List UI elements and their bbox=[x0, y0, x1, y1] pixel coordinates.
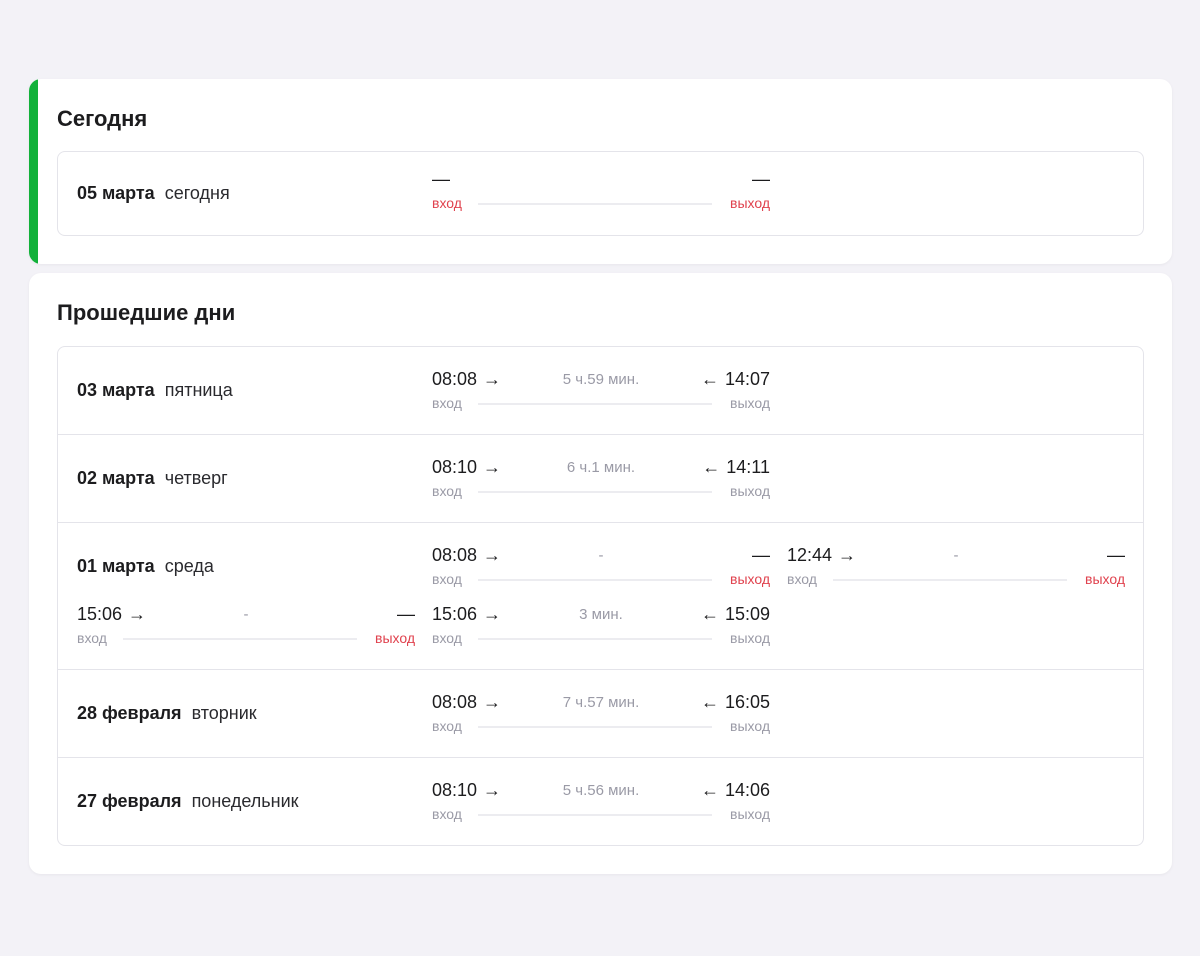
day-label: 01 марта среда bbox=[77, 556, 214, 577]
day-label: 28 февраля вторник bbox=[77, 703, 257, 724]
day-row[interactable]: 03 марта пятница 08:08 → 5 ч.59 мин. ← 14:0… bbox=[58, 347, 1143, 435]
session-exit-time: 16:05 bbox=[724, 692, 770, 712]
today-title: Сегодня bbox=[57, 106, 148, 131]
day-date: 03 марта bbox=[77, 380, 155, 400]
day-date: 28 февраля bbox=[77, 703, 182, 723]
session-exit: ← 16:05 bbox=[695, 692, 770, 713]
session-entry-label: вход bbox=[432, 718, 462, 734]
session-entry-label: вход bbox=[432, 571, 462, 587]
session-exit-time: — bbox=[1107, 545, 1125, 565]
session-entry-label: вход bbox=[432, 630, 462, 646]
day-weekday: пятница bbox=[164, 380, 233, 400]
session-timeline bbox=[478, 814, 712, 816]
today-card: Сегодня 05 марта сегодня — — вход выход bbox=[29, 79, 1172, 264]
session: 08:10 → 5 ч.56 мин. ← 14:06 вход выход bbox=[432, 780, 770, 828]
session-exit-label: выход bbox=[730, 195, 770, 211]
session-exit-label: выход bbox=[730, 630, 770, 646]
day-row[interactable]: 01 марта среда 08:08 → - — вход выход 12:4… bbox=[58, 523, 1143, 670]
session-timeline bbox=[833, 579, 1067, 581]
session: 15:06 → 3 мин. ← 15:09 вход выход bbox=[432, 604, 770, 652]
session-duration: - bbox=[953, 547, 959, 564]
session: 08:08 → - — вход выход bbox=[432, 545, 770, 593]
session-exit-time: 14:06 bbox=[724, 780, 770, 800]
day-weekday: сегодня bbox=[164, 183, 230, 203]
session-exit-time: 14:11 bbox=[726, 457, 770, 477]
past-days-title: Прошедшие дни bbox=[57, 300, 236, 325]
session-exit-time: — bbox=[397, 604, 415, 624]
day-weekday: четверг bbox=[164, 468, 228, 488]
session: 12:44 → - — вход выход bbox=[787, 545, 1125, 593]
session: — — вход выход bbox=[432, 169, 770, 217]
session: 08:08 → 5 ч.59 мин. ← 14:07 вход выход bbox=[432, 369, 770, 417]
today-list: 05 марта сегодня — — вход выход bbox=[57, 151, 1144, 236]
session-entry-label: вход bbox=[432, 395, 462, 411]
session-exit: ← 14:06 bbox=[695, 780, 770, 801]
day-row[interactable]: 28 февраля вторник 08:08 → 7 ч.57 мин. ← 16… bbox=[58, 670, 1143, 758]
session-entry-label: вход bbox=[432, 195, 462, 211]
session-timeline bbox=[478, 491, 712, 493]
session-entry-time: — bbox=[432, 169, 450, 189]
session-exit-time: — bbox=[752, 169, 770, 189]
day-date: 27 февраля bbox=[77, 791, 182, 811]
session-entry-label: вход bbox=[77, 630, 107, 646]
session: 15:06 → - — вход выход bbox=[77, 604, 415, 652]
session-exit: ← 14:11 bbox=[696, 457, 770, 478]
session-exit-label: выход bbox=[375, 630, 415, 646]
day-weekday: понедельник bbox=[191, 791, 299, 811]
session-exit-label: выход bbox=[730, 806, 770, 822]
session-exit-label: выход bbox=[730, 718, 770, 734]
day-weekday: вторник bbox=[191, 703, 257, 723]
session-entry-label: вход bbox=[432, 806, 462, 822]
session-timeline bbox=[478, 638, 712, 640]
session-exit: ← 15:09 bbox=[695, 604, 770, 625]
session-timeline bbox=[478, 579, 712, 581]
day-label: 02 марта четверг bbox=[77, 468, 228, 489]
arrow-left-icon: ← bbox=[700, 692, 719, 712]
session-timeline bbox=[478, 726, 712, 728]
day-label: 05 марта сегодня bbox=[77, 183, 230, 204]
day-label: 27 февраля понедельник bbox=[77, 791, 299, 812]
session-timeline bbox=[478, 403, 712, 405]
session-entry-label: вход bbox=[432, 483, 462, 499]
arrow-left-icon: ← bbox=[700, 369, 719, 389]
session-exit-time: 14:07 bbox=[724, 369, 770, 389]
day-date: 02 марта bbox=[77, 468, 155, 488]
session-exit-time: — bbox=[752, 545, 770, 565]
session-timeline bbox=[478, 203, 712, 205]
session-exit-label: выход bbox=[1085, 571, 1125, 587]
today-accent-bar bbox=[29, 79, 38, 264]
day-date: 01 марта bbox=[77, 556, 155, 576]
session-entry-label: вход bbox=[787, 571, 817, 587]
session-exit-label: выход bbox=[730, 483, 770, 499]
session: 08:10 → 6 ч.1 мин. ← 14:11 вход выход bbox=[432, 457, 770, 505]
day-row[interactable]: 05 марта сегодня — — вход выход bbox=[58, 152, 1143, 235]
arrow-left-icon: ← bbox=[700, 604, 719, 624]
session: 08:08 → 7 ч.57 мин. ← 16:05 вход выход bbox=[432, 692, 770, 740]
arrow-left-icon: ← bbox=[702, 457, 721, 477]
day-row[interactable]: 02 марта четверг 08:10 → 6 ч.1 мин. ← 14:11… bbox=[58, 435, 1143, 523]
session-exit-label: выход bbox=[730, 571, 770, 587]
day-date: 05 марта bbox=[77, 183, 155, 203]
session-exit-label: выход bbox=[730, 395, 770, 411]
arrow-left-icon: ← bbox=[700, 780, 719, 800]
session-duration: - bbox=[598, 547, 604, 564]
past-days-card: Прошедшие дни 03 марта пятница 08:08 → 5 ч… bbox=[29, 273, 1172, 874]
day-weekday: среда bbox=[164, 556, 214, 576]
session-duration: - bbox=[243, 606, 249, 623]
session-timeline bbox=[123, 638, 357, 640]
session-exit-time: 15:09 bbox=[724, 604, 770, 624]
day-row[interactable]: 27 февраля понедельник 08:10 → 5 ч.56 мин.… bbox=[58, 758, 1143, 845]
past-days-list: 03 марта пятница 08:08 → 5 ч.59 мин. ← 14:0… bbox=[57, 346, 1144, 846]
day-label: 03 марта пятница bbox=[77, 380, 233, 401]
session-exit: ← 14:07 bbox=[695, 369, 770, 390]
